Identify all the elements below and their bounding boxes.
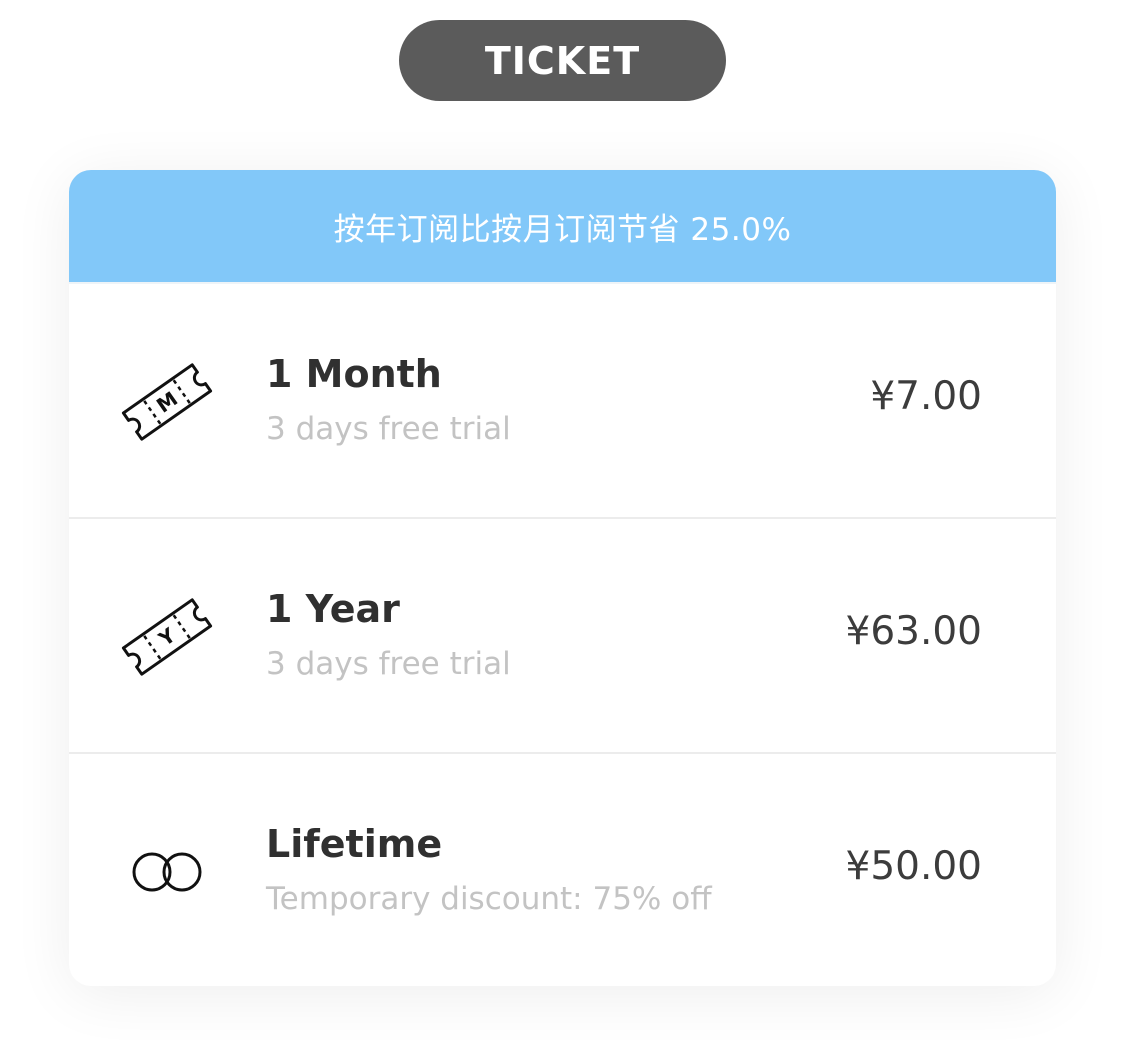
plan-subtitle: 3 days free trial (266, 646, 511, 682)
plan-row-month[interactable]: M 1 Month 3 days free trial ¥7.00 (69, 284, 1056, 519)
plans-card: 按年订阅比按月订阅节省 25.0% M 1 Month 3 days free … (69, 170, 1056, 986)
ticket-header-pill: TICKET (399, 20, 726, 101)
plan-title: 1 Month (266, 352, 442, 396)
ticket-month-icon: M (121, 363, 213, 441)
subscription-page: TICKET 按年订阅比按月订阅节省 25.0% M 1 Month 3 day… (0, 0, 1125, 1040)
ticket-header-label: TICKET (484, 38, 641, 83)
plan-price: ¥7.00 (870, 374, 982, 419)
plan-title: 1 Year (266, 587, 400, 631)
plan-title: Lifetime (266, 822, 443, 866)
plan-subtitle: 3 days free trial (266, 411, 511, 447)
ticket-year-icon-letter: Y (153, 623, 180, 652)
plan-price: ¥50.00 (845, 844, 982, 889)
plan-subtitle: Temporary discount: 75% off (266, 881, 712, 917)
savings-banner: 按年订阅比按月订阅节省 25.0% (69, 170, 1056, 284)
savings-banner-text: 按年订阅比按月订阅节省 25.0% (333, 211, 792, 248)
ticket-year-icon: Y (121, 598, 213, 676)
infinity-icon (132, 852, 202, 892)
plan-row-lifetime[interactable]: Lifetime Temporary discount: 75% off ¥50… (69, 754, 1056, 986)
plan-price: ¥63.00 (845, 609, 982, 654)
plan-row-year[interactable]: Y 1 Year 3 days free trial ¥63.00 (69, 519, 1056, 754)
